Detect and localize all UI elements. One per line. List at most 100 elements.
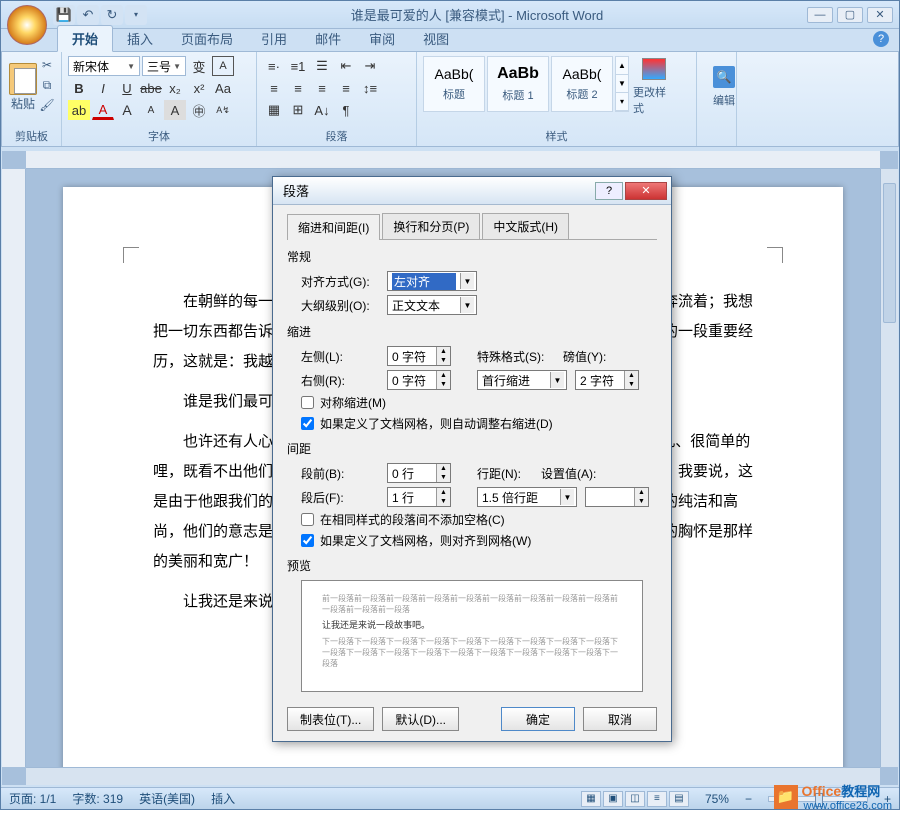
horizontal-ruler[interactable] (26, 151, 880, 169)
align-right-button[interactable]: ≡ (311, 78, 333, 98)
font-name-select[interactable]: 新宋体▼ (68, 56, 140, 76)
style-item-title[interactable]: AaBb( 标题 (423, 56, 485, 112)
indent-right-spinner[interactable]: ▲▼ (387, 370, 451, 390)
print-layout-view-icon[interactable]: ▦ (581, 791, 601, 807)
char-border-icon[interactable]: A (212, 56, 234, 76)
outline-level-combo[interactable]: 正文文本▼ (387, 295, 477, 315)
qat-customize-icon[interactable]: ▾ (125, 5, 147, 25)
bold-button[interactable]: B (68, 78, 90, 98)
justify-button[interactable]: ≡ (335, 78, 357, 98)
special-format-combo[interactable]: 首行缩进▼ (477, 370, 567, 390)
underline-button[interactable]: U (116, 78, 138, 98)
dialog-help-button[interactable]: ? (595, 182, 623, 200)
dialog-close-button[interactable]: ✕ (625, 182, 667, 200)
copy-icon[interactable]: ⧉ (38, 76, 56, 94)
decrease-indent-button[interactable]: ⇤ (335, 56, 357, 76)
maximize-button[interactable]: ▢ (837, 7, 863, 23)
undo-icon[interactable]: ↶ (77, 5, 99, 25)
zoom-level[interactable]: 75% (705, 792, 729, 806)
font-color-button[interactable]: A (92, 100, 114, 120)
auto-adjust-indent-checkbox[interactable] (301, 417, 314, 430)
subscript-button[interactable]: x₂ (164, 78, 186, 98)
minimize-button[interactable]: — (807, 7, 833, 23)
zoom-out-button[interactable]: − (745, 792, 752, 806)
line-spacing-button[interactable]: ↕≡ (359, 78, 381, 98)
char-shading-button[interactable]: A (164, 100, 186, 120)
spacing-at-spinner[interactable]: ▲▼ (585, 487, 649, 507)
status-words[interactable]: 字数: 319 (72, 790, 123, 807)
indent-left-spinner[interactable]: ▲▼ (387, 346, 451, 366)
gallery-up-icon[interactable]: ▲ (616, 57, 628, 75)
redo-icon[interactable]: ↻ (101, 5, 123, 25)
shrink-font-button[interactable]: A (140, 100, 162, 120)
phonetic-guide-icon[interactable]: 变 (188, 56, 210, 76)
cancel-button[interactable]: 取消 (583, 707, 657, 731)
tab-view[interactable]: 视图 (409, 26, 463, 51)
gallery-more-icon[interactable]: ▾ (616, 93, 628, 111)
increase-indent-button[interactable]: ⇥ (359, 56, 381, 76)
grow-font-button[interactable]: A (116, 100, 138, 120)
tab-layout[interactable]: 页面布局 (167, 26, 247, 51)
save-icon[interactable]: 💾 (53, 5, 75, 25)
outline-view-icon[interactable]: ≡ (647, 791, 667, 807)
vertical-scrollbar[interactable] (880, 169, 898, 767)
status-page[interactable]: 页面: 1/1 (9, 790, 56, 807)
horizontal-scrollbar[interactable] (26, 767, 880, 785)
bullets-button[interactable]: ≡· (263, 56, 285, 76)
dialog-tab-asian[interactable]: 中文版式(H) (482, 213, 569, 239)
superscript-button[interactable]: x² (188, 78, 210, 98)
tabs-button[interactable]: 制表位(T)... (287, 707, 374, 731)
sort-button[interactable]: A↓ (311, 100, 333, 120)
strikethrough-button[interactable]: abe (140, 78, 162, 98)
indent-right-label: 右侧(R): (301, 372, 379, 389)
dialog-tab-indent[interactable]: 缩进和间距(I) (287, 214, 380, 240)
line-spacing-combo[interactable]: 1.5 倍行距▼ (477, 487, 577, 507)
vertical-ruler[interactable] (2, 169, 26, 767)
indent-by-spinner[interactable]: ▲▼ (575, 370, 639, 390)
fullscreen-reading-view-icon[interactable]: ▣ (603, 791, 623, 807)
style-item-heading1[interactable]: AaBb 标题 1 (487, 56, 549, 112)
space-after-spinner[interactable]: ▲▼ (387, 487, 451, 507)
change-styles-button[interactable]: 更改样式 (633, 56, 675, 118)
gallery-down-icon[interactable]: ▼ (616, 75, 628, 93)
help-icon[interactable]: ? (873, 31, 889, 47)
alignment-combo[interactable]: 左对齐▼ (387, 271, 477, 291)
status-insert-mode[interactable]: 插入 (211, 790, 235, 807)
close-button[interactable]: ✕ (867, 7, 893, 23)
numbering-button[interactable]: ≡1 (287, 56, 309, 76)
enclose-char-button[interactable]: ㊥ (188, 100, 210, 120)
no-space-same-style-checkbox[interactable] (301, 513, 314, 526)
tab-mailings[interactable]: 邮件 (301, 26, 355, 51)
web-layout-view-icon[interactable]: ◫ (625, 791, 645, 807)
highlight-button[interactable]: ab (68, 100, 90, 120)
status-language[interactable]: 英语(美国) (139, 790, 195, 807)
style-item-heading2[interactable]: AaBb( 标题 2 (551, 56, 613, 112)
default-button[interactable]: 默认(D)... (382, 707, 459, 731)
mirror-indent-checkbox[interactable] (301, 396, 314, 409)
ok-button[interactable]: 确定 (501, 707, 575, 731)
clear-format-button[interactable]: A↯ (212, 100, 234, 120)
tab-home[interactable]: 开始 (57, 25, 113, 52)
italic-button[interactable]: I (92, 78, 114, 98)
scrollbar-thumb[interactable] (883, 183, 896, 323)
shading-button[interactable]: ▦ (263, 100, 285, 120)
tab-review[interactable]: 审阅 (355, 26, 409, 51)
align-center-button[interactable]: ≡ (287, 78, 309, 98)
tab-references[interactable]: 引用 (247, 26, 301, 51)
align-left-button[interactable]: ≡ (263, 78, 285, 98)
space-before-spinner[interactable]: ▲▼ (387, 463, 451, 483)
paste-button[interactable]: 粘贴 (8, 56, 38, 118)
borders-button[interactable]: ⊞ (287, 100, 309, 120)
editing-button[interactable]: 🔍 编辑 (703, 56, 745, 118)
tab-insert[interactable]: 插入 (113, 26, 167, 51)
format-painter-icon[interactable]: 🖌 (38, 96, 56, 114)
cut-icon[interactable]: ✂ (38, 56, 56, 74)
snap-to-grid-checkbox[interactable] (301, 534, 314, 547)
change-case-button[interactable]: Aa (212, 78, 234, 98)
dialog-tab-line-breaks[interactable]: 换行和分页(P) (382, 213, 480, 239)
office-button[interactable] (7, 5, 47, 45)
multilevel-button[interactable]: ☰ (311, 56, 333, 76)
font-size-select[interactable]: 三号▼ (142, 56, 186, 76)
show-marks-button[interactable]: ¶ (335, 100, 357, 120)
draft-view-icon[interactable]: ▤ (669, 791, 689, 807)
